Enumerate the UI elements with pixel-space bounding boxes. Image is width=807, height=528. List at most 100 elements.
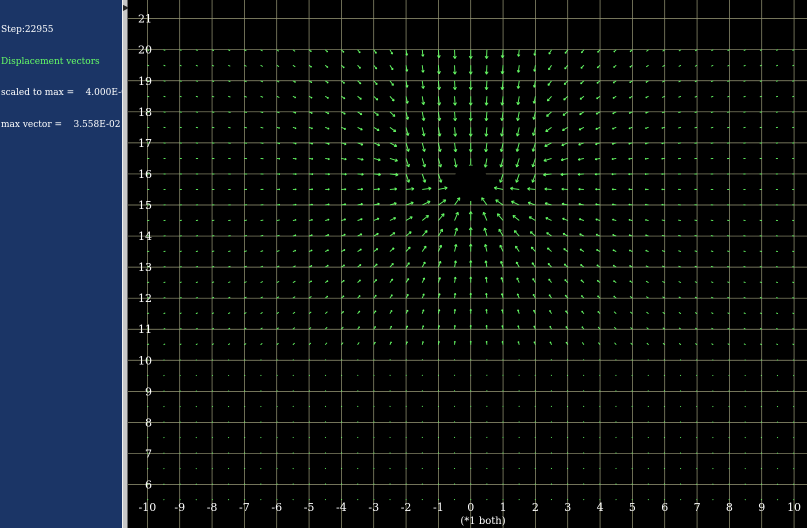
vector-arrow — [163, 312, 166, 315]
vector-arrow — [227, 343, 231, 346]
vector-arrow — [195, 390, 197, 392]
vector-arrow — [244, 452, 246, 454]
vector-arrow — [744, 390, 746, 392]
vector-arrow — [712, 374, 714, 377]
vector-arrow — [743, 111, 746, 113]
vector-arrow — [646, 342, 649, 346]
vector-arrow — [776, 483, 779, 485]
vector-arrow — [292, 421, 294, 423]
vector-arrow — [163, 499, 165, 501]
vector-arrow — [260, 142, 264, 144]
y-tick-label: 20 — [138, 44, 152, 57]
vector-arrow — [244, 126, 248, 129]
vector-arrow — [792, 64, 795, 67]
vector-arrow — [163, 390, 165, 392]
vector-arrow — [710, 250, 714, 253]
vector-arrow — [599, 390, 601, 392]
vector-arrow — [276, 280, 280, 284]
vector-arrow — [662, 280, 665, 284]
vector-arrow — [260, 359, 262, 361]
vector-arrow — [260, 312, 263, 315]
vector-arrow — [211, 359, 214, 361]
vector-arrow — [615, 359, 617, 361]
vector-arrow — [147, 405, 149, 408]
vector-arrow — [678, 142, 681, 144]
info-panel: Step:22955 Displacement vectors scaled t… — [0, 0, 133, 528]
vector-arrow — [211, 111, 215, 113]
vector-arrow — [260, 467, 262, 470]
vector-arrow — [211, 498, 214, 501]
vector-arrow — [710, 95, 714, 98]
vector-arrow — [195, 281, 198, 284]
vector-arrow — [743, 281, 746, 284]
vector-arrow — [711, 64, 714, 67]
vector-arrow — [663, 405, 666, 408]
vector-arrow — [679, 498, 682, 501]
scaled-to-max-label: scaled to max = 4.000E-02 — [1, 88, 133, 98]
vector-arrow — [678, 126, 682, 129]
vector-arrow — [244, 436, 246, 439]
vector-arrow — [678, 250, 682, 253]
vector-arrow — [276, 452, 278, 454]
vector-arrow — [324, 421, 327, 423]
vector-arrow — [696, 436, 698, 439]
vector-arrow — [228, 281, 231, 284]
plot-title-label: Displacement vectors — [1, 56, 100, 67]
vector-arrow — [292, 467, 294, 470]
vector-arrow — [792, 421, 795, 423]
vector-arrow — [260, 343, 263, 346]
vector-arrow — [679, 359, 682, 361]
vector-arrow — [678, 95, 682, 98]
vector-arrow — [179, 281, 182, 284]
vector-arrow — [227, 498, 230, 501]
vector-arrow — [776, 312, 779, 315]
vector-arrow — [211, 390, 214, 392]
vector-arrow — [760, 421, 763, 423]
vector-arrow — [438, 213, 445, 221]
vector-arrow — [728, 374, 730, 377]
vector-arrow — [147, 436, 149, 439]
y-tick-label: 9 — [145, 385, 152, 398]
vector-arrow — [195, 343, 198, 346]
x-tick-label: -3 — [368, 501, 379, 514]
vector-arrow — [530, 246, 536, 252]
vector-arrow — [663, 436, 666, 439]
vector-arrow — [292, 64, 296, 68]
vector-arrow — [276, 467, 278, 470]
x-tick-label: -6 — [271, 501, 282, 514]
vector-arrow — [292, 374, 294, 377]
vector-arrow — [710, 126, 714, 129]
vector-arrow — [227, 405, 230, 408]
vector-arrow — [728, 436, 730, 439]
vector-arrow — [341, 390, 343, 392]
vector-arrow — [694, 250, 698, 253]
vector-arrow — [631, 405, 633, 408]
y-tick-label: 16 — [138, 168, 152, 181]
vector-arrow — [712, 452, 714, 454]
vector-arrow — [163, 374, 165, 377]
y-tick-label: 15 — [138, 199, 152, 212]
vector-arrow — [647, 359, 649, 361]
vector-arrow — [211, 452, 214, 454]
vector-arrow — [163, 64, 166, 67]
y-tick-label: 7 — [145, 447, 152, 460]
vector-arrow — [195, 405, 197, 408]
vector-arrow — [163, 359, 165, 361]
vector-arrow — [744, 436, 746, 439]
vector-arrow — [260, 421, 262, 423]
vector-arrow — [179, 421, 181, 423]
vector-arrow — [712, 421, 714, 423]
vector-arrow — [776, 436, 779, 439]
vector-arrow — [389, 95, 395, 102]
vector-arrow — [599, 359, 601, 361]
vector-arrow — [760, 405, 763, 408]
vector-plot-area[interactable]: -10 -9 -8 -7 -6 -5 -4 -3 -2 -1 0 1 2 3 4 5 6 7 8 9 10 6 7 8 9 10 1… — [128, 0, 807, 528]
vector-arrow — [227, 436, 230, 439]
y-tick-label: 13 — [138, 261, 152, 274]
vector-arrow — [260, 483, 262, 485]
x-tick-label: 7 — [694, 501, 701, 514]
vector-arrow — [711, 343, 714, 346]
vector-arrow — [775, 281, 779, 284]
y-tick-label: 21 — [138, 13, 152, 26]
vector-arrow — [631, 436, 633, 439]
